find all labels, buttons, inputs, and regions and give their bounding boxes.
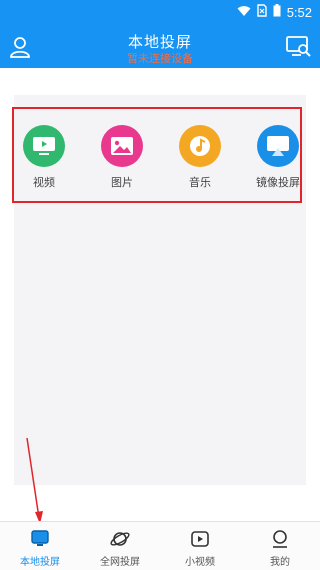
no-sim-icon: [256, 4, 267, 20]
tab-label: 本地投屏: [20, 557, 60, 568]
tab-web-cast[interactable]: 全网投屏: [80, 522, 160, 570]
app-label: 视频: [33, 176, 55, 189]
battery-icon: [273, 4, 281, 20]
connection-status: 暂未连接设备: [127, 52, 193, 65]
app-header: 5:52 本地投屏 暂未连接设备: [0, 0, 320, 68]
tab-label: 小视频: [185, 557, 215, 568]
tab-local-cast[interactable]: 本地投屏: [0, 522, 80, 570]
app-music[interactable]: 音乐: [170, 125, 230, 190]
tab-label: 全网投屏: [100, 557, 140, 568]
user-icon: [270, 529, 290, 549]
app-label: 音乐: [189, 176, 211, 189]
page-title: 本地投屏: [127, 33, 192, 51]
status-time: 5:52: [286, 4, 312, 20]
image-icon: [101, 125, 143, 167]
wifi-icon: [237, 5, 251, 20]
app-images[interactable]: 图片: [92, 125, 152, 190]
tab-short-video[interactable]: 小视频: [160, 522, 240, 570]
tab-label: 我的: [270, 557, 290, 568]
bottom-nav: 本地投屏 全网投屏 小视频 我的: [0, 521, 320, 570]
app-label: 图片: [111, 176, 133, 189]
search-device-icon[interactable]: [286, 35, 312, 59]
music-icon: [179, 125, 221, 167]
planet-icon: [110, 529, 130, 549]
video-icon: [23, 125, 65, 167]
app-mirror-cast[interactable]: 镜像投屏: [248, 125, 300, 190]
status-bar: 5:52: [237, 3, 312, 21]
tab-mine[interactable]: 我的: [240, 522, 320, 570]
play-icon: [190, 529, 210, 549]
monitor-icon: [30, 529, 50, 549]
app-label: 镜像投屏: [256, 176, 300, 189]
app-grid: 视频 图片 音乐 镜像投屏: [12, 107, 302, 203]
screen-mirror-icon: [257, 125, 299, 167]
app-video[interactable]: 视频: [14, 125, 74, 190]
